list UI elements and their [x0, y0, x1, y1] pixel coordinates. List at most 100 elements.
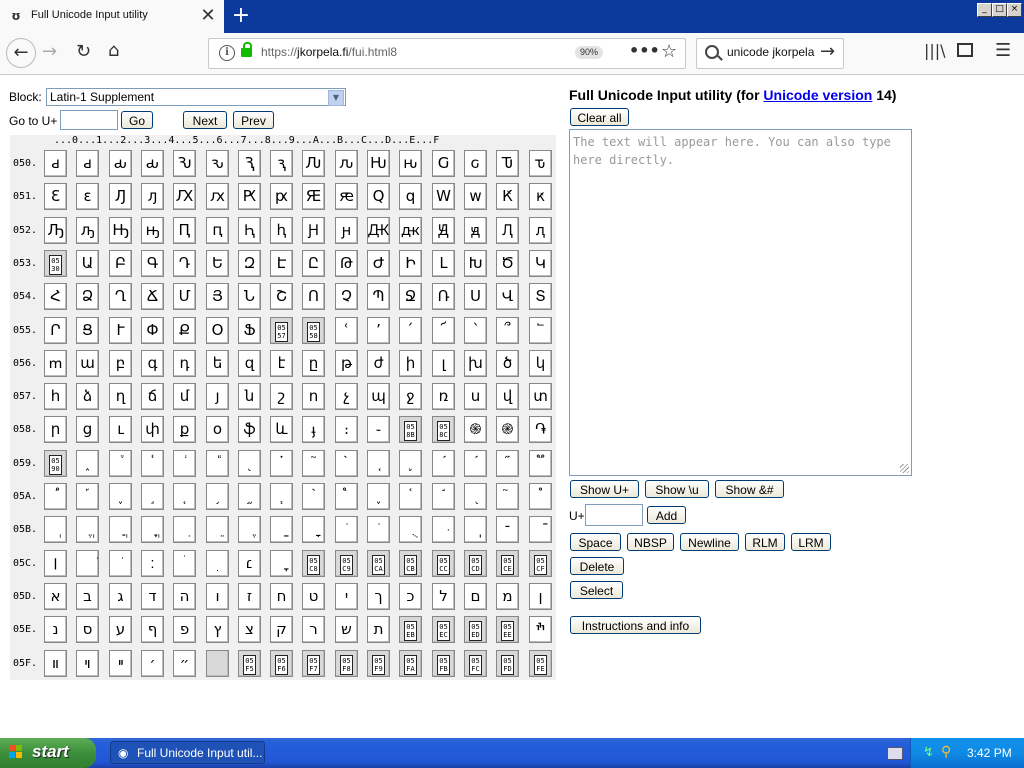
- char-cell[interactable]: Ռ: [432, 283, 455, 310]
- char-cell[interactable]: 05 EE: [496, 616, 519, 643]
- char-cell[interactable]: Ԓ: [109, 183, 132, 210]
- forward-arrow-icon[interactable]: →: [42, 41, 57, 62]
- char-cell[interactable]: ֡: [76, 483, 99, 510]
- char-cell[interactable]: Ո: [302, 283, 325, 310]
- reload-icon[interactable]: ↻: [76, 41, 91, 62]
- char-cell[interactable]: ֕: [206, 450, 229, 477]
- char-cell[interactable]: ו: [206, 583, 229, 610]
- char-cell[interactable]: Ձ: [76, 283, 99, 310]
- char-cell[interactable]: ֞: [496, 450, 519, 477]
- char-cell[interactable]: ֎: [496, 416, 519, 443]
- char-cell[interactable]: Զ: [238, 250, 261, 277]
- char-cell[interactable]: 05 8C: [432, 416, 455, 443]
- char-cell[interactable]: ְ: [44, 516, 67, 543]
- char-cell[interactable]: լ: [432, 350, 455, 377]
- char-cell[interactable]: ֆ: [238, 416, 261, 443]
- char-cell[interactable]: Մ: [173, 283, 196, 310]
- char-cell[interactable]: ղ: [109, 383, 132, 410]
- go-button[interactable]: Go: [121, 111, 153, 129]
- char-cell[interactable]: 05 CE: [496, 550, 519, 577]
- char-cell[interactable]: ԓ: [141, 183, 164, 210]
- char-cell[interactable]: 05 58: [302, 317, 325, 344]
- char-cell[interactable]: ճ: [141, 383, 164, 410]
- char-cell[interactable]: Ա: [76, 250, 99, 277]
- char-cell[interactable]: ֳ: [141, 516, 164, 543]
- char-cell[interactable]: 05 F7: [302, 650, 325, 677]
- char-cell[interactable]: ֚: [367, 450, 390, 477]
- char-cell[interactable]: ա: [76, 350, 99, 377]
- char-cell[interactable]: ח: [270, 583, 293, 610]
- char-cell[interactable]: ֺ: [367, 516, 390, 543]
- char-cell[interactable]: ի: [399, 350, 422, 377]
- char-cell[interactable]: Թ: [335, 250, 358, 277]
- output-textarea[interactable]: The text will appear here. You can also …: [569, 129, 912, 476]
- char-cell[interactable]: Ԙ: [302, 183, 325, 210]
- char-cell[interactable]: ֑: [76, 450, 99, 477]
- char-cell[interactable]: Ԛ: [367, 183, 390, 210]
- char-cell[interactable]: ք: [173, 416, 196, 443]
- char-cell[interactable]: ׄ: [173, 550, 196, 577]
- char-cell[interactable]: ԅ: [206, 150, 229, 177]
- char-cell[interactable]: ֖: [238, 450, 261, 477]
- char-cell[interactable]: ֠: [44, 483, 67, 510]
- char-cell[interactable]: ծ: [496, 350, 519, 377]
- char-cell[interactable]: ס: [76, 616, 99, 643]
- char-cell[interactable]: Ԫ: [367, 217, 390, 244]
- char-cell[interactable]: Լ: [432, 250, 455, 277]
- char-cell[interactable]: Ԕ: [173, 183, 196, 210]
- char-cell[interactable]: խ: [464, 350, 487, 377]
- char-cell[interactable]: Ծ: [496, 250, 519, 277]
- char-cell[interactable]: 05 8B: [399, 416, 422, 443]
- char-cell[interactable]: ւ: [109, 416, 132, 443]
- char-cell[interactable]: ׳: [141, 650, 164, 677]
- char-cell[interactable]: ֏: [529, 416, 552, 443]
- char-cell[interactable]: Ւ: [109, 317, 132, 344]
- char-cell[interactable]: Ֆ: [238, 317, 261, 344]
- block-select[interactable]: Latin-1 Supplement ▼: [46, 88, 346, 106]
- char-cell[interactable]: ֱ: [76, 516, 99, 543]
- char-cell[interactable]: 05 90: [44, 450, 67, 477]
- char-cell[interactable]: հ: [44, 383, 67, 410]
- char-cell[interactable]: ת: [367, 616, 390, 643]
- char-cell[interactable]: ־: [496, 516, 519, 543]
- bookmark-star-icon[interactable]: ☆: [661, 41, 677, 62]
- char-cell[interactable]: վ: [496, 383, 519, 410]
- char-cell[interactable]: ֦: [238, 483, 261, 510]
- char-cell[interactable]: ԋ: [399, 150, 422, 177]
- char-cell[interactable]: ב: [76, 583, 99, 610]
- char-cell[interactable]: ց: [76, 416, 99, 443]
- char-cell[interactable]: ԑ: [76, 183, 99, 210]
- char-cell[interactable]: ֝: [464, 450, 487, 477]
- char-cell[interactable]: ֲ: [109, 516, 132, 543]
- char-cell[interactable]: փ: [141, 416, 164, 443]
- nbsp-button[interactable]: NBSP: [627, 533, 674, 551]
- goto-input[interactable]: [60, 110, 118, 130]
- char-cell[interactable]: ֈ: [302, 416, 325, 443]
- char-cell[interactable]: ה: [173, 583, 196, 610]
- char-cell[interactable]: ԛ: [399, 183, 422, 210]
- char-cell[interactable]: ֜: [432, 450, 455, 477]
- back-arrow-icon[interactable]: ←: [6, 38, 36, 68]
- char-cell[interactable]: գ: [141, 350, 164, 377]
- char-cell[interactable]: Գ: [141, 250, 164, 277]
- char-cell[interactable]: Ԇ: [238, 150, 261, 177]
- char-cell[interactable]: ֫: [399, 483, 422, 510]
- char-cell[interactable]: ։: [335, 416, 358, 443]
- char-cell[interactable]: ֭: [464, 483, 487, 510]
- char-cell[interactable]: Ԗ: [238, 183, 261, 210]
- char-cell[interactable]: ԟ: [529, 183, 552, 210]
- char-cell[interactable]: Ճ: [141, 283, 164, 310]
- char-cell[interactable]: Յ: [206, 283, 229, 310]
- chevron-down-icon[interactable]: ▼: [328, 90, 344, 106]
- char-cell[interactable]: Ԩ: [302, 217, 325, 244]
- char-cell[interactable]: Կ: [529, 250, 552, 277]
- char-cell[interactable]: ש: [335, 616, 358, 643]
- char-cell[interactable]: ֘: [302, 450, 325, 477]
- char-cell[interactable]: Ԟ: [496, 183, 519, 210]
- char-cell[interactable]: ԃ: [109, 150, 132, 177]
- char-cell[interactable]: Ԍ: [432, 150, 455, 177]
- char-cell[interactable]: ֵ: [206, 516, 229, 543]
- char-cell[interactable]: չ: [335, 383, 358, 410]
- char-cell[interactable]: Ԑ: [44, 183, 67, 210]
- char-cell[interactable]: Ԥ: [173, 217, 196, 244]
